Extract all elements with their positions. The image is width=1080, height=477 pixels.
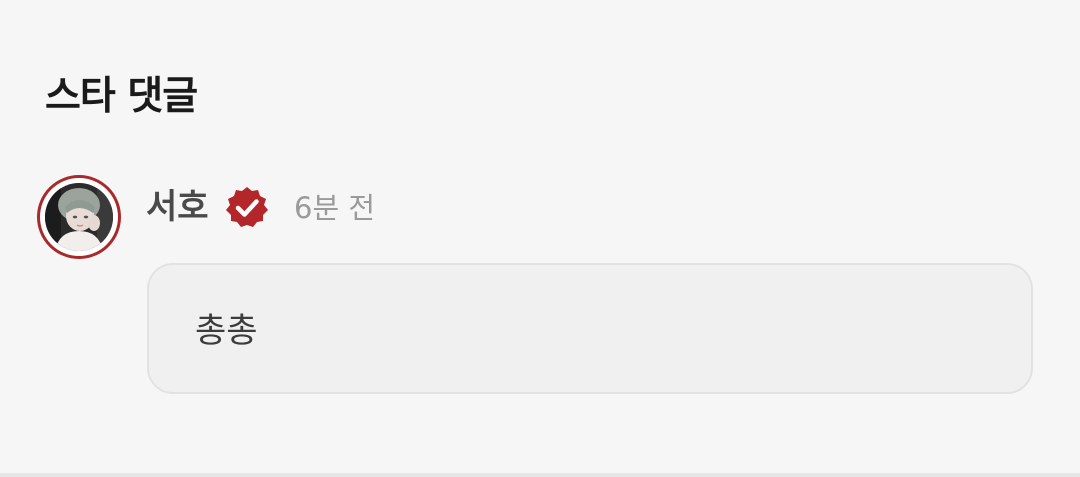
avatar-image [45, 183, 113, 251]
star-comment: 서호 6분 전 총총 [0, 0, 1080, 477]
divider [0, 473, 1080, 477]
comment-bubble[interactable]: 총총 [147, 263, 1033, 394]
avatar[interactable] [37, 175, 121, 259]
comment-text: 총총 [195, 311, 258, 351]
verified-badge-icon [224, 185, 270, 231]
author-name[interactable]: 서호 [146, 184, 209, 230]
comment-timestamp: 6분 전 [294, 191, 376, 225]
